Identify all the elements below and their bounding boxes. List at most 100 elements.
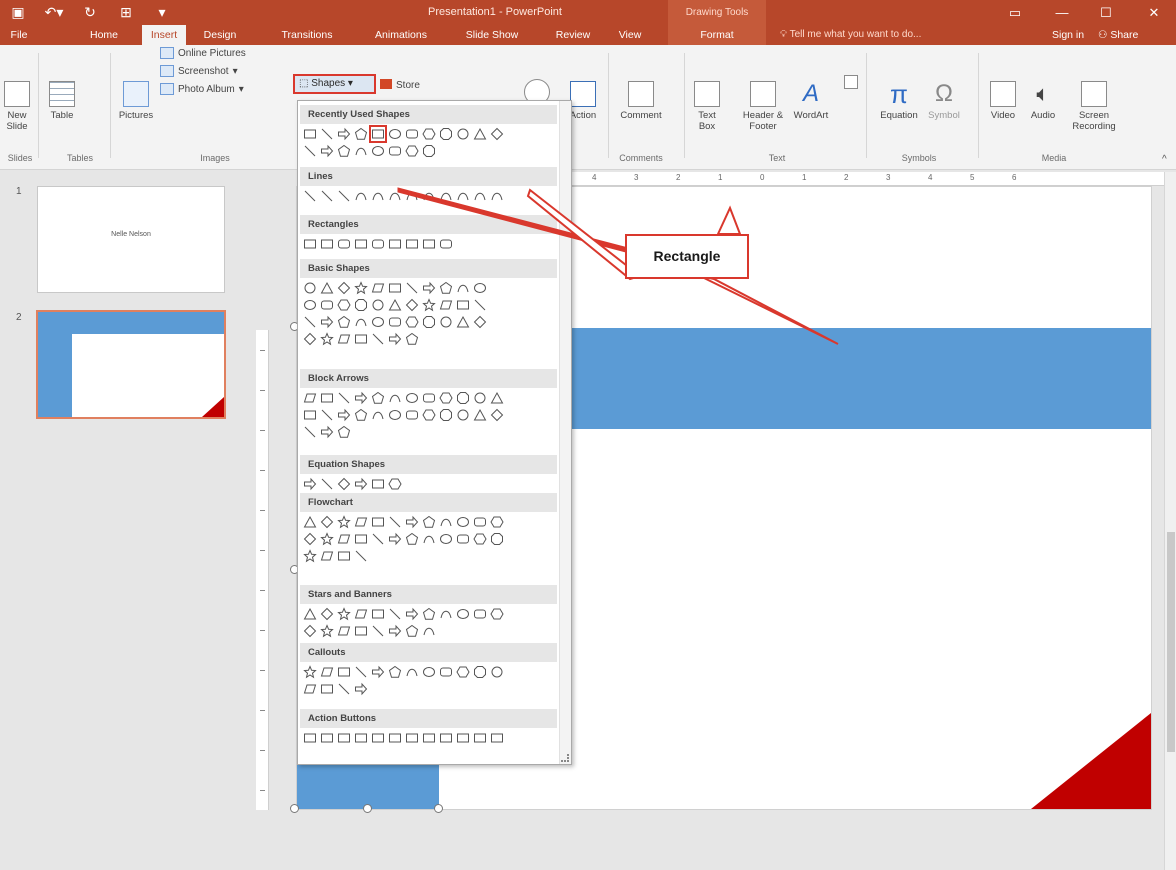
shape-line-icon[interactable] (302, 424, 318, 440)
shape-star-icon[interactable] (319, 531, 335, 547)
shape-rect-icon[interactable] (387, 730, 403, 746)
resize-grip-icon[interactable] (561, 754, 569, 762)
tab-design[interactable]: Design (198, 25, 242, 45)
shape-roundrect-icon[interactable] (387, 143, 403, 159)
tell-me-search[interactable]: 💡︎ Tell me what you want to do... (780, 25, 921, 45)
shape-parallel-icon[interactable] (370, 280, 386, 296)
shape-pentagon-icon[interactable] (336, 424, 352, 440)
shape-curve-icon[interactable] (489, 188, 505, 204)
shape-line-icon[interactable] (353, 664, 369, 680)
shape-octagon-icon[interactable] (472, 664, 488, 680)
shape-line-icon[interactable] (336, 188, 352, 204)
shape-roundrect-icon[interactable] (472, 514, 488, 530)
shape-diamond-icon[interactable] (319, 606, 335, 622)
slide-red-triangle[interactable] (1031, 713, 1151, 809)
gallery-scrollbar[interactable] (559, 101, 571, 764)
shape-line-icon[interactable] (302, 188, 318, 204)
shape-octagon-icon[interactable] (438, 126, 454, 142)
shape-line-icon[interactable] (387, 606, 403, 622)
shape-line-icon[interactable] (302, 314, 318, 330)
shape-octagon-icon[interactable] (421, 314, 437, 330)
shape-line-icon[interactable] (336, 681, 352, 697)
shape-diamond-icon[interactable] (319, 514, 335, 530)
shape-triangle-icon[interactable] (387, 297, 403, 313)
shape-rect-icon[interactable] (302, 407, 318, 423)
shape-circle-icon[interactable] (455, 126, 471, 142)
tab-animations[interactable]: Animations (370, 25, 432, 45)
shape-line-icon[interactable] (302, 143, 318, 159)
shape-diamond-icon[interactable] (302, 623, 318, 639)
selection-handle[interactable] (434, 804, 443, 813)
shape-rect-icon[interactable] (370, 606, 386, 622)
shape-arrow-icon[interactable] (302, 476, 318, 492)
shape-triangle-icon[interactable] (319, 280, 335, 296)
shape-rect-icon[interactable] (370, 730, 386, 746)
shape-curve-icon[interactable] (353, 314, 369, 330)
shape-star-icon[interactable] (336, 514, 352, 530)
shape-curve-icon[interactable] (455, 188, 471, 204)
shape-line-icon[interactable] (370, 331, 386, 347)
shape-hexagon-icon[interactable] (387, 476, 403, 492)
shape-star-icon[interactable] (302, 548, 318, 564)
screen-recording-button[interactable]: Screen Recording (1066, 81, 1122, 132)
shape-curve-icon[interactable] (438, 606, 454, 622)
slide-thumbnail-2[interactable] (36, 310, 226, 419)
shape-hexagon-icon[interactable] (421, 407, 437, 423)
shape-roundrect-icon[interactable] (404, 407, 420, 423)
shape-arrow-icon[interactable] (336, 126, 352, 142)
shape-parallel-icon[interactable] (336, 623, 352, 639)
shape-arrow-icon[interactable] (370, 664, 386, 680)
shape-line-icon[interactable] (387, 514, 403, 530)
shape-roundrect-icon[interactable] (370, 236, 386, 252)
shape-arrow-icon[interactable] (387, 623, 403, 639)
pictures-button[interactable]: Pictures (118, 81, 154, 121)
shape-curve-icon[interactable] (387, 390, 403, 406)
shape-pentagon-icon[interactable] (421, 606, 437, 622)
shape-hexagon-icon[interactable] (421, 126, 437, 142)
shape-roundrect-icon[interactable] (438, 236, 454, 252)
shape-line-icon[interactable] (353, 548, 369, 564)
tab-view[interactable]: View (612, 25, 648, 45)
shape-curve-icon[interactable] (370, 407, 386, 423)
selection-handle[interactable] (363, 804, 372, 813)
shape-pentagon-icon[interactable] (438, 280, 454, 296)
shape-pentagon-icon[interactable] (353, 126, 369, 142)
shape-ellipse-icon[interactable] (455, 514, 471, 530)
shape-parallel-icon[interactable] (336, 331, 352, 347)
shape-rect-icon[interactable] (353, 623, 369, 639)
shape-roundrect-icon[interactable] (336, 236, 352, 252)
shape-hexagon-icon[interactable] (489, 606, 505, 622)
tab-insert[interactable]: Insert (142, 25, 186, 45)
shape-circle-icon[interactable] (438, 314, 454, 330)
shape-pentagon-icon[interactable] (387, 664, 403, 680)
vertical-scrollbar[interactable] (1164, 172, 1176, 870)
shape-line-icon[interactable] (319, 126, 335, 142)
shape-curve-icon[interactable] (387, 188, 403, 204)
shape-roundrect-icon[interactable] (421, 390, 437, 406)
shape-rect-icon[interactable] (369, 125, 387, 143)
shape-line-icon[interactable] (472, 297, 488, 313)
comment-button[interactable]: Comment (614, 81, 668, 121)
shape-rect-icon[interactable] (319, 681, 335, 697)
shape-rect-icon[interactable] (302, 236, 318, 252)
shapes-button[interactable]: ⬚ Shapes ▾ (293, 74, 376, 94)
shape-parallel-icon[interactable] (353, 606, 369, 622)
shape-triangle-icon[interactable] (455, 314, 471, 330)
shape-circle-icon[interactable] (302, 280, 318, 296)
shape-curve-icon[interactable] (421, 623, 437, 639)
shape-ellipse-icon[interactable] (370, 143, 386, 159)
shape-arrow-icon[interactable] (404, 606, 420, 622)
shape-rect-icon[interactable] (455, 730, 471, 746)
shape-curve-icon[interactable] (472, 188, 488, 204)
tab-review[interactable]: Review (552, 25, 594, 45)
shape-line-icon[interactable] (370, 531, 386, 547)
shape-diamond-icon[interactable] (489, 407, 505, 423)
shape-rect-icon[interactable] (353, 730, 369, 746)
shape-arrow-icon[interactable] (319, 314, 335, 330)
shape-triangle-icon[interactable] (472, 126, 488, 142)
shape-rect-icon[interactable] (455, 297, 471, 313)
shape-circle-icon[interactable] (472, 390, 488, 406)
sign-in-link[interactable]: Sign in (1052, 25, 1084, 45)
date-time-button[interactable] (842, 75, 860, 92)
shape-arrow-icon[interactable] (404, 514, 420, 530)
